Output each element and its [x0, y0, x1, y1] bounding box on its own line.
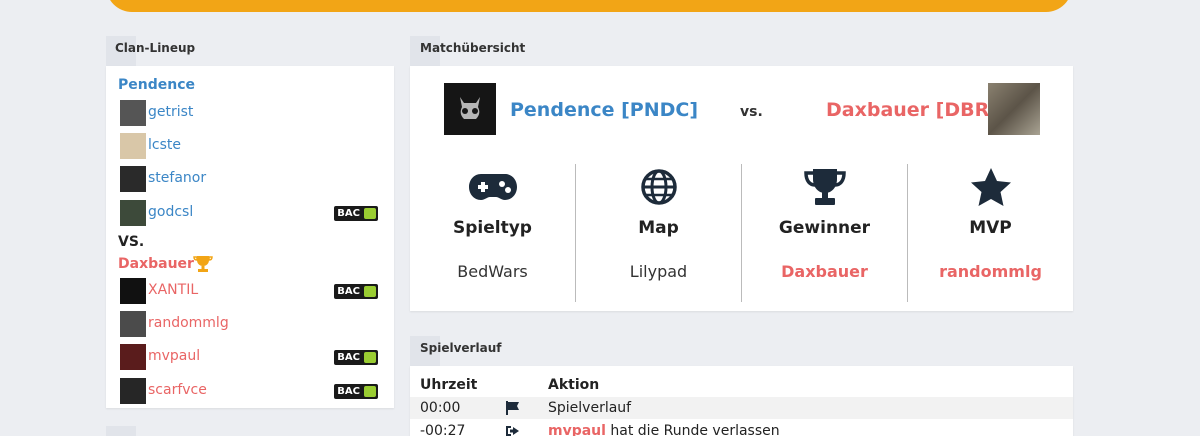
stat-value[interactable]: randommlg [908, 262, 1073, 281]
top-banner [106, 0, 1072, 12]
col-action-header: Aktion [548, 377, 600, 393]
trophy-icon [742, 166, 907, 208]
bac-label: BAC [337, 208, 360, 219]
player-name[interactable]: stefanor [148, 170, 206, 186]
stat-spieltyp: Spieltyp BedWars [410, 166, 575, 281]
log-time: -00:27 [420, 423, 466, 436]
star-icon [908, 166, 1073, 208]
bac-label: BAC [337, 386, 360, 397]
stat-title: Map [638, 218, 679, 238]
player-row[interactable]: randommlg [118, 311, 378, 337]
avatar [120, 378, 146, 404]
team-a-name[interactable]: Pendence [118, 77, 195, 93]
stat-map: Map Lilypad [576, 166, 741, 281]
avatar [120, 344, 146, 370]
clan-lineup-panel: Pendence getrist lcste stefanor godcsl B… [106, 66, 394, 408]
log-action-text: hat die Runde verlassen [605, 423, 780, 436]
leave-icon [505, 423, 521, 436]
player-row[interactable]: mvpaul BAC [118, 344, 378, 370]
bac-badge: BAC [334, 350, 378, 365]
avatar [120, 311, 146, 337]
player-row[interactable]: getrist [118, 100, 378, 126]
stat-gewinner: Gewinner Daxbauer [742, 166, 907, 281]
trophy-icon [193, 255, 213, 277]
log-player[interactable]: mvpaul [548, 423, 606, 436]
flag-icon [505, 400, 521, 420]
overview-header: Matchübersicht [420, 41, 526, 55]
bac-label: BAC [337, 352, 360, 363]
log-time: 00:00 [420, 400, 461, 416]
stat-title: Gewinner [778, 218, 871, 238]
bac-label: BAC [337, 286, 360, 297]
player-name[interactable]: mvpaul [148, 348, 200, 364]
avatar [120, 278, 146, 304]
team-b-title[interactable]: Daxbauer [DBR] [826, 99, 998, 121]
stat-title: Spieltyp [453, 218, 532, 238]
avatar [120, 133, 146, 159]
lineup-bottom-tab-stub [106, 426, 136, 436]
team-a-logo[interactable] [444, 83, 496, 135]
lock-icon [364, 208, 376, 219]
vs-label: VS. [118, 234, 145, 250]
vs-label: vs. [740, 104, 763, 120]
log-row: -00:27 mvpaul hat die Runde verlassen [410, 420, 1073, 436]
player-row[interactable]: stefanor [118, 166, 378, 192]
stat-value[interactable]: Daxbauer [742, 262, 907, 281]
lock-icon [364, 286, 376, 297]
stat-value: BedWars [457, 262, 528, 281]
player-name[interactable]: randommlg [148, 315, 229, 331]
match-overview-panel: Pendence [PNDC] vs. Daxbauer [DBR] Spiel… [410, 66, 1073, 311]
stat-title: MVP [969, 218, 1012, 238]
bac-badge: BAC [334, 384, 378, 399]
lock-icon [364, 386, 376, 397]
avatar [120, 166, 146, 192]
avatar [120, 200, 146, 226]
bac-badge: BAC [334, 206, 378, 221]
col-time-header: Uhrzeit [420, 377, 478, 393]
log-action-text: Spielverlauf [548, 400, 632, 416]
stat-value: Lilypad [629, 262, 688, 281]
lineup-header: Clan-Lineup [115, 41, 196, 55]
player-row[interactable]: XANTIL BAC [118, 278, 378, 304]
team-b-name[interactable]: Daxbauer [118, 256, 194, 272]
player-name[interactable]: lcste [148, 137, 181, 153]
team-a-title[interactable]: Pendence [PNDC] [510, 99, 698, 121]
gamepad-icon [410, 166, 575, 208]
player-name[interactable]: godcsl [148, 204, 193, 220]
player-row[interactable]: godcsl BAC [118, 200, 378, 226]
globe-icon [576, 166, 741, 208]
avatar [120, 100, 146, 126]
player-row[interactable]: lcste [118, 133, 378, 159]
player-row[interactable]: scarfvce BAC [118, 378, 378, 404]
player-name[interactable]: getrist [148, 104, 193, 120]
stat-mvp: MVP randommlg [908, 166, 1073, 281]
log-text: mvpaul hat die Runde verlassen [548, 423, 780, 436]
log-header: Spielverlauf [420, 341, 502, 355]
bac-badge: BAC [334, 284, 378, 299]
lock-icon [364, 352, 376, 363]
team-b-logo[interactable] [988, 83, 1040, 135]
player-name[interactable]: scarfvce [148, 382, 207, 398]
game-log-panel: Uhrzeit Aktion 00:00 Spielverlauf -00:27… [410, 366, 1073, 436]
player-name[interactable]: XANTIL [148, 282, 198, 298]
log-text: Spielverlauf [548, 400, 631, 416]
log-row: 00:00 Spielverlauf [410, 397, 1073, 419]
